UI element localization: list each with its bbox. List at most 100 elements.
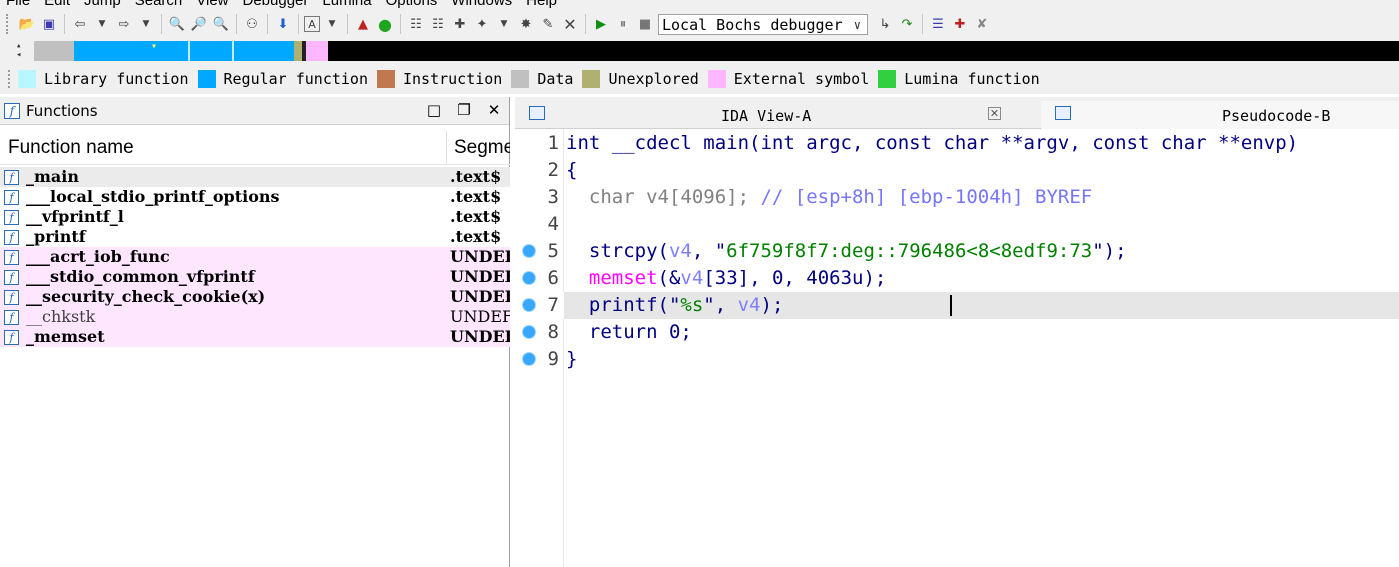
pause-icon[interactable]: ⏸ [613, 14, 633, 34]
chevron-down-icon[interactable]: ▼ [92, 14, 112, 34]
toolbar-grip[interactable] [6, 14, 12, 34]
function-row[interactable]: f ___acrt_iob_func UNDEF [0, 247, 510, 267]
breakpoint-dot-icon[interactable] [523, 326, 535, 338]
function-row[interactable]: f __security_check_cookie(x) UNDEF [0, 287, 510, 307]
code-string: %s [680, 294, 704, 316]
code-line[interactable]: 6 memset(&v4[33], 0, 4063u); [515, 265, 1399, 292]
menu-windows[interactable]: Windows [451, 0, 512, 9]
back-arrow-icon[interactable]: ⇦ [70, 14, 90, 34]
function-row[interactable]: f ___stdio_common_vfprintf UNDEF [0, 267, 510, 287]
tab-label: Pseudocode-B [1222, 107, 1331, 125]
legend-grip[interactable] [8, 70, 14, 88]
function-segment: UNDEF [450, 247, 510, 266]
panel-controls: □ ❐ ✕ [425, 101, 503, 119]
function-row[interactable]: f __chkstk UNDEF [0, 307, 510, 327]
function-row[interactable]: f __vfprintf_l .text$ [0, 207, 510, 227]
nav-position-marker-icon: ▾ [151, 41, 158, 52]
navigation-strip[interactable]: ▾ [34, 41, 1399, 61]
code-line[interactable]: 9 } [515, 346, 1399, 373]
struct-icon[interactable]: ☷ [406, 14, 426, 34]
stop-icon[interactable]: ■ [635, 14, 655, 34]
enum-icon[interactable]: ☷ [428, 14, 448, 34]
code-import-call[interactable]: memset [589, 267, 658, 289]
code-line[interactable]: 3 char v4[4096]; // [esp+8h] [ebp-1004h]… [515, 184, 1399, 211]
maximize-icon[interactable]: □ [425, 101, 443, 119]
legend-item: Unexplored [582, 70, 699, 88]
menu-help[interactable]: Help [526, 0, 557, 9]
play-icon[interactable]: ▶ [591, 14, 611, 34]
breakpoint-list-icon[interactable]: ☰ [928, 14, 948, 34]
tab-ida-view-a[interactable]: IDA View-A ✕ [515, 101, 1041, 129]
menu-view[interactable]: View [196, 0, 228, 9]
chevron-down-icon[interactable]: ▼ [494, 14, 514, 34]
menu-options[interactable]: Options [386, 0, 438, 9]
search-next-icon[interactable]: 🔍 [211, 14, 231, 34]
breakpoint-dot-icon[interactable] [523, 272, 535, 284]
menu-edit[interactable]: Edit [44, 0, 70, 9]
breakpoint-dot-icon[interactable] [523, 299, 535, 311]
toolbar-separator [161, 14, 162, 34]
close-icon[interactable]: ✕ [988, 107, 1001, 120]
menu-search[interactable]: Search [135, 0, 183, 9]
function-icon: f [4, 310, 19, 325]
legend: Library function Regular function Instru… [0, 64, 1399, 94]
save-icon[interactable]: ▣ [39, 14, 59, 34]
nav-scroll-arrows-icon[interactable]: ▴ ◂ [16, 42, 26, 60]
code-line-current[interactable]: 7 printf("%s", v4); [515, 292, 1399, 319]
column-header-segment[interactable]: Segment [446, 131, 510, 165]
code-variable[interactable]: v4 [738, 294, 761, 316]
remove-breakpoint-icon[interactable]: ✘ [972, 14, 992, 34]
breakpoint-dot-icon[interactable] [523, 353, 535, 365]
open-file-icon[interactable]: 📂 [17, 14, 37, 34]
jump-down-icon[interactable]: ⬇ [273, 14, 293, 34]
code-line[interactable]: 1 int __cdecl main(int argc, const char … [515, 130, 1399, 157]
close-icon[interactable]: ✕ [485, 101, 503, 119]
function-row[interactable]: f _printf .text$ [0, 227, 510, 247]
green-circle-icon[interactable]: ● [375, 14, 395, 34]
close-icon[interactable]: ✕ [560, 14, 580, 34]
legend-swatch [18, 70, 36, 88]
function-row[interactable]: f _memset UNDEF [0, 327, 510, 347]
code-line[interactable]: 5 strcpy(v4, "6f759f8f7:deg::796486<8<8e… [515, 238, 1399, 265]
search-text-icon[interactable]: 🔍 [167, 14, 187, 34]
menu-debugger[interactable]: Debugger [243, 0, 309, 9]
function-row[interactable]: f ___local_stdio_printf_options .text$ [0, 187, 510, 207]
step-over-icon[interactable]: ↷ [897, 14, 917, 34]
menu-file[interactable]: File [6, 0, 30, 9]
code-variable[interactable]: v4 [669, 240, 692, 262]
add-icon[interactable]: ✚ [450, 14, 470, 34]
tab-pseudocode-b[interactable]: Pseudocode-B [1041, 101, 1399, 129]
function-row[interactable]: f _main .text$ [0, 167, 510, 187]
patch-icon[interactable]: ✸ [516, 14, 536, 34]
functions-panel-title-bar: f Functions □ ❐ ✕ [0, 97, 509, 125]
float-window-icon[interactable]: ❐ [455, 101, 473, 119]
menu-jump[interactable]: Jump [84, 0, 121, 9]
code-line[interactable]: 4 [515, 211, 1399, 238]
legend-label: Lumina function [904, 70, 1040, 88]
function-name: ___acrt_iob_func [26, 247, 170, 266]
graph-icon[interactable]: ▲ [353, 14, 373, 34]
edit-icon[interactable]: ✎ [538, 14, 558, 34]
add-breakpoint-icon[interactable]: ✚ [950, 14, 970, 34]
forward-arrow-icon[interactable]: ⇨ [114, 14, 134, 34]
chevron-down-icon[interactable]: ▼ [136, 14, 156, 34]
xref-icon[interactable]: ✦ [472, 14, 492, 34]
search-binary-icon[interactable]: 🔎 [189, 14, 209, 34]
pseudocode-view[interactable]: 1 int __cdecl main(int argc, const char … [515, 129, 1399, 567]
debugger-select[interactable]: Local Bochs debugger ∨ [658, 13, 868, 35]
code-variable[interactable]: v4 [680, 267, 703, 289]
binoculars-icon[interactable]: ⚇ [242, 14, 262, 34]
function-icon: f [4, 170, 19, 185]
legend-swatch [197, 70, 216, 88]
chevron-down-icon[interactable]: ▼ [322, 14, 342, 34]
step-into-icon[interactable]: ↳ [875, 14, 895, 34]
code-line[interactable]: 8 return 0; [515, 319, 1399, 346]
breakpoint-dot-icon[interactable] [523, 245, 535, 257]
menu-lumina[interactable]: Lumina [322, 0, 371, 9]
nav-seg-regular [74, 41, 188, 61]
function-icon: f [4, 270, 19, 285]
function-name: ___stdio_common_vfprintf [26, 267, 255, 286]
column-header-function-name[interactable]: Function name [8, 137, 134, 159]
text-mode-icon[interactable]: A [304, 16, 320, 32]
code-line[interactable]: 2 { [515, 157, 1399, 184]
